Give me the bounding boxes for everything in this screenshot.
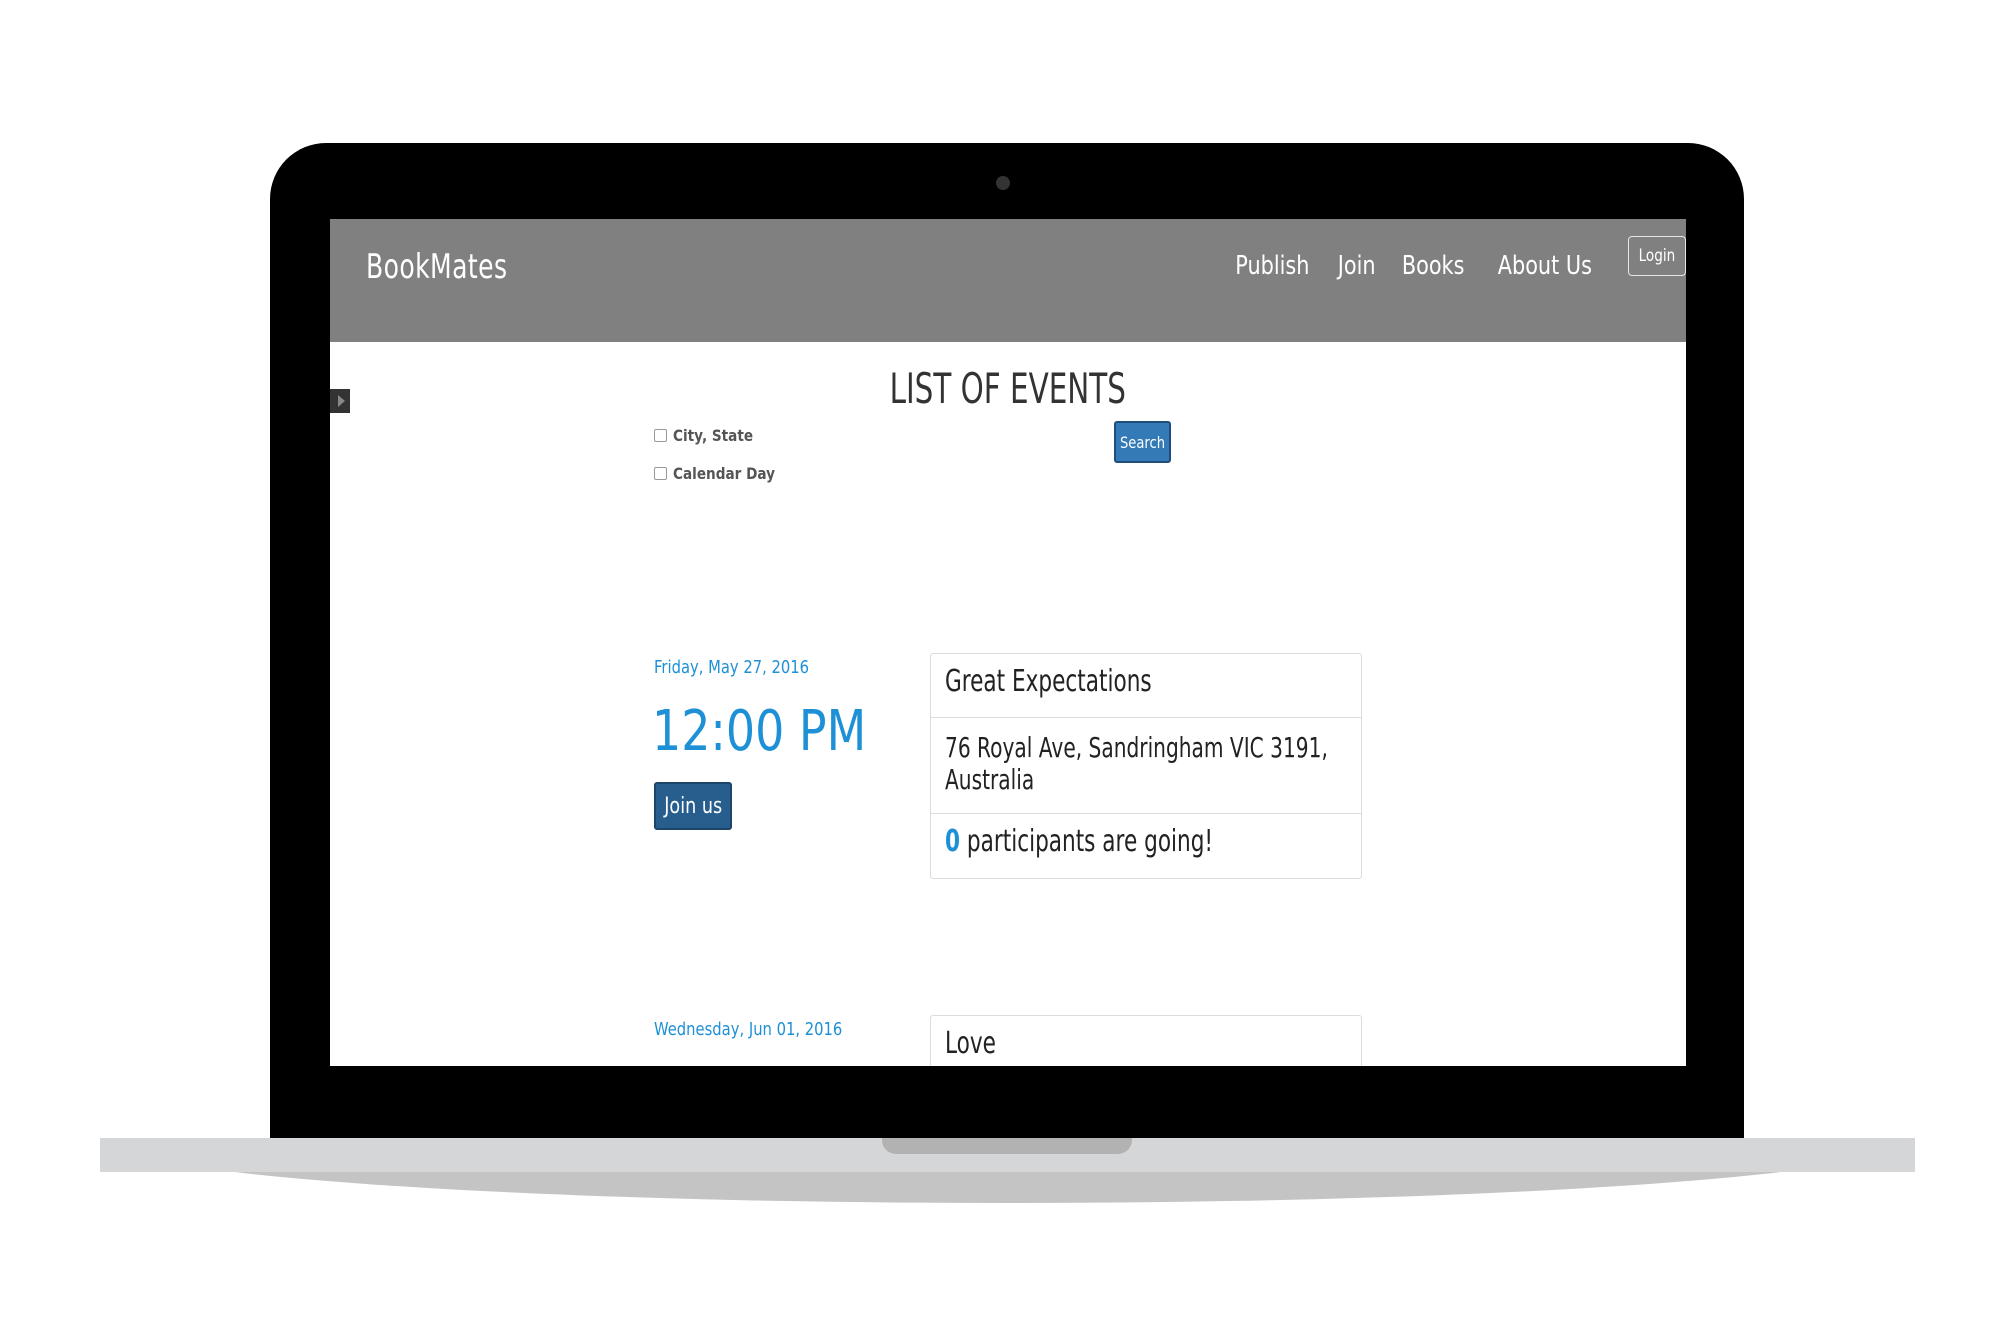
search-button[interactable]: Search	[1114, 421, 1171, 463]
event-participants: 0 participants are going!	[931, 814, 1361, 878]
city-state-label: City, State	[673, 426, 754, 445]
join-label: Join us	[664, 793, 722, 819]
city-state-checkbox[interactable]	[654, 429, 667, 442]
event-date: Friday, May 27, 2016	[654, 657, 810, 678]
event-time: 12:00 PM	[652, 699, 867, 764]
laptop-notch	[882, 1138, 1132, 1154]
nav-links: Publish Join Books About Us	[1218, 251, 1610, 281]
event-title[interactable]: Love	[931, 1016, 1361, 1066]
event-card: Love	[930, 1015, 1362, 1066]
nav-link-join[interactable]: Join	[1331, 251, 1382, 281]
participant-count: 0	[945, 824, 961, 859]
nav-link-about-us[interactable]: About Us	[1492, 251, 1599, 281]
event-card: Great Expectations 76 Royal Ave, Sandrin…	[930, 653, 1362, 879]
filter-calendar-day[interactable]: Calendar Day	[654, 464, 793, 483]
brand-logo[interactable]: BookMates	[366, 247, 507, 287]
navbar: BookMates Publish Join Books About Us Lo…	[330, 219, 1686, 342]
screen: BookMates Publish Join Books About Us Lo…	[330, 219, 1686, 1066]
nav-link-books[interactable]: Books	[1395, 251, 1470, 281]
filter-city-state[interactable]: City, State	[654, 426, 767, 445]
event-date: Wednesday, Jun 01, 2016	[654, 1019, 843, 1040]
event-address: 76 Royal Ave, Sandringham VIC 3191, Aust…	[931, 718, 1361, 814]
login-button[interactable]: Login	[1628, 236, 1686, 276]
calendar-day-checkbox[interactable]	[654, 467, 667, 480]
calendar-day-label: Calendar Day	[673, 464, 775, 483]
event-title[interactable]: Great Expectations	[931, 654, 1361, 718]
participants-text: participants are going!	[966, 824, 1214, 859]
search-label: Search	[1119, 432, 1166, 452]
camera-icon	[996, 176, 1010, 190]
nav-link-publish[interactable]: Publish	[1229, 251, 1316, 281]
page-title: LIST OF EVENTS	[889, 364, 1127, 413]
login-label: Login	[1638, 246, 1676, 266]
join-button[interactable]: Join us	[654, 782, 732, 830]
